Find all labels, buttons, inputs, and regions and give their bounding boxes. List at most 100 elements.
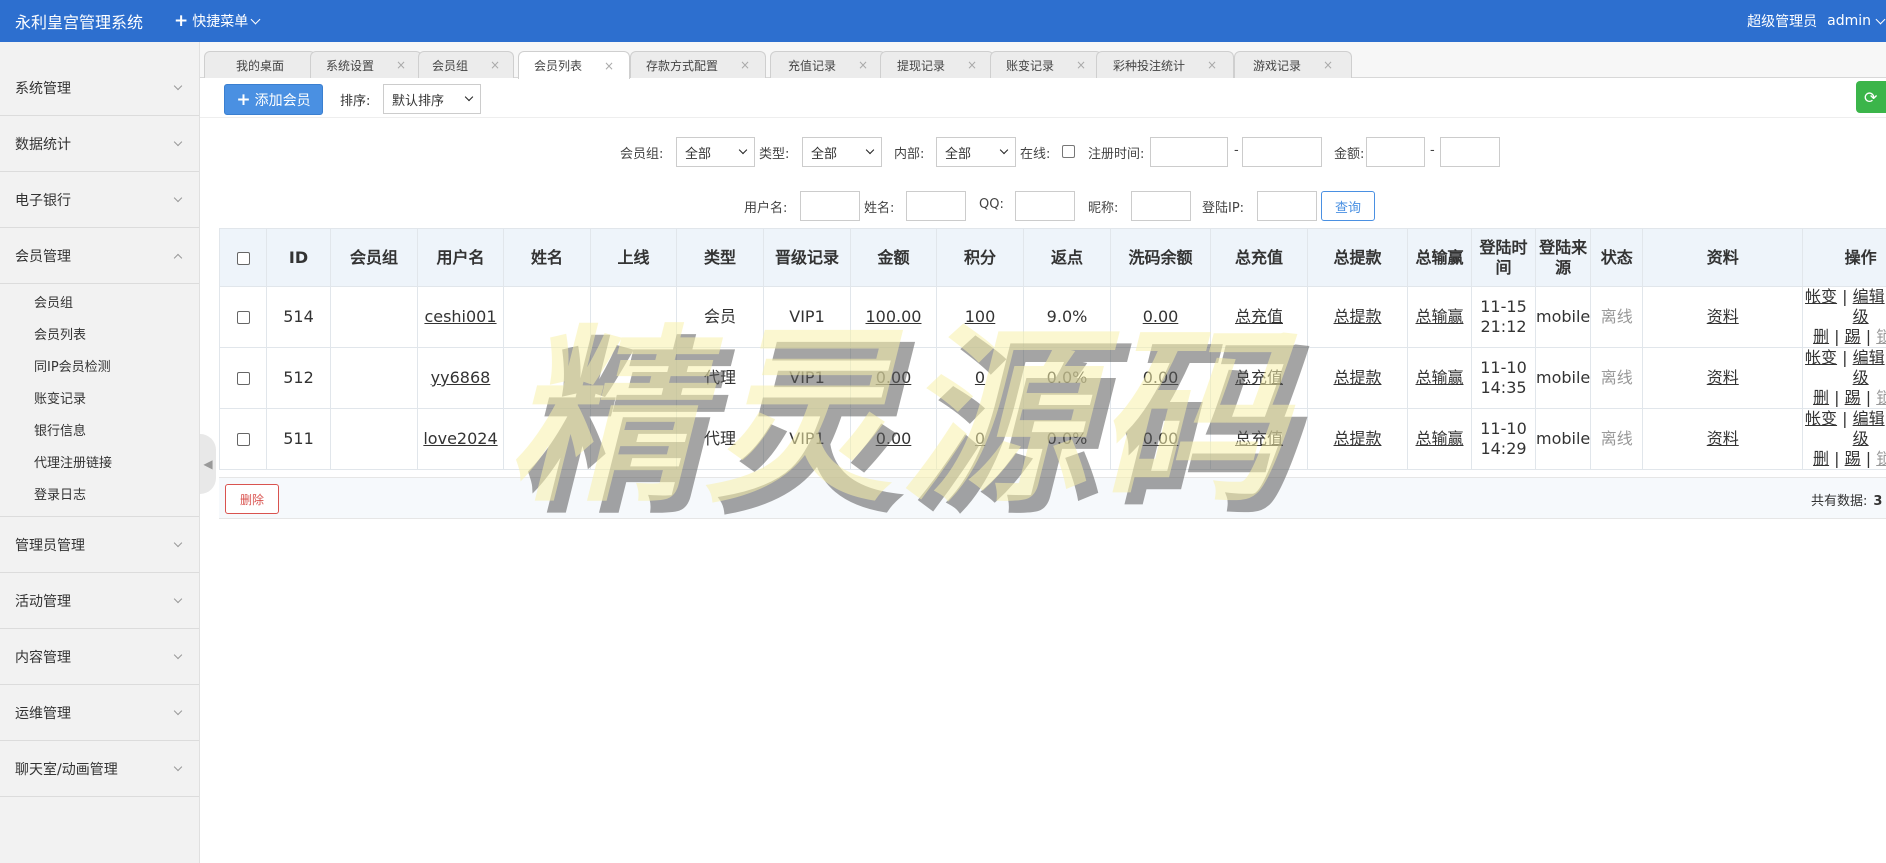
close-icon[interactable]: × xyxy=(604,59,614,73)
amount-link[interactable]: 0.00 xyxy=(876,368,912,387)
qq-input[interactable] xyxy=(1015,191,1075,221)
lock-link[interactable]: 锁定 xyxy=(1876,449,1886,468)
query-button[interactable]: 查询 xyxy=(1321,191,1375,221)
total_winloss-link[interactable]: 总输赢 xyxy=(1415,368,1463,387)
wash-link[interactable]: 0.00 xyxy=(1143,307,1179,326)
close-icon[interactable]: × xyxy=(740,58,750,72)
amount-min-input[interactable] xyxy=(1366,137,1425,167)
kick-link[interactable]: 踢 xyxy=(1845,327,1861,346)
close-icon[interactable]: × xyxy=(396,58,406,72)
sidebar-item[interactable]: 银行信息 xyxy=(0,416,199,448)
row-checkbox[interactable] xyxy=(236,433,250,446)
sidebar-group-6[interactable]: 内容管理 xyxy=(0,629,199,685)
lock-link[interactable]: 锁定 xyxy=(1876,388,1886,407)
add-member-button[interactable]: + 添加会员 xyxy=(224,84,323,115)
sidebar-item[interactable]: 账变记录 xyxy=(0,384,199,416)
row-checkbox[interactable] xyxy=(236,311,250,324)
register-time-start-input[interactable] xyxy=(1150,137,1228,167)
sidebar-item[interactable]: 登录日志 xyxy=(0,480,199,512)
edit-link[interactable]: 编辑 xyxy=(1853,348,1885,367)
profile-link[interactable]: 资料 xyxy=(1707,368,1739,387)
chevron-down-icon xyxy=(464,92,474,102)
total_deposit-link[interactable]: 总充值 xyxy=(1235,429,1283,448)
sidebar-item[interactable]: 代理注册链接 xyxy=(0,448,199,480)
sidebar-group-0[interactable]: 系统管理 xyxy=(0,60,199,116)
online-checkbox[interactable] xyxy=(1062,145,1075,158)
close-icon[interactable]: × xyxy=(490,58,500,72)
close-icon[interactable]: × xyxy=(858,58,868,72)
tab-8[interactable]: 彩种投注统计 × xyxy=(1096,51,1234,78)
tab-6[interactable]: 提现记录 × xyxy=(880,51,994,78)
total_withdraw-link[interactable]: 总提款 xyxy=(1333,368,1381,387)
wash-link[interactable]: 0.00 xyxy=(1143,368,1179,387)
tab-2[interactable]: 会员组 × xyxy=(418,51,514,78)
total_deposit-link[interactable]: 总充值 xyxy=(1235,307,1283,326)
refresh-button[interactable]: ⟳ xyxy=(1856,81,1886,113)
member-group-select[interactable]: 全部 xyxy=(676,137,755,167)
total_winloss-link[interactable]: 总输赢 xyxy=(1415,429,1463,448)
delete-link[interactable]: 删 xyxy=(1813,449,1829,468)
tab-0[interactable]: 我的桌面 xyxy=(204,51,316,78)
type-select[interactable]: 全部 xyxy=(802,137,882,167)
edit-link[interactable]: 编辑 xyxy=(1853,287,1885,306)
username-link[interactable]: love2024 xyxy=(423,429,497,448)
account-change-link[interactable]: 帐变 xyxy=(1805,348,1837,367)
sidebar-group-8[interactable]: 聊天室/动画管理 xyxy=(0,741,199,797)
total_winloss-link[interactable]: 总输赢 xyxy=(1415,307,1463,326)
delete-link[interactable]: 删 xyxy=(1813,388,1829,407)
close-icon[interactable]: × xyxy=(967,58,977,72)
sidebar-group-3[interactable]: 会员管理 xyxy=(0,228,199,284)
user-menu[interactable]: admin xyxy=(1827,13,1886,29)
login-ip-input[interactable] xyxy=(1257,191,1317,221)
name-input[interactable] xyxy=(906,191,966,221)
points-link[interactable]: 0 xyxy=(975,368,985,387)
amount-max-input[interactable] xyxy=(1440,137,1500,167)
username-link[interactable]: yy6868 xyxy=(431,368,491,387)
points-link[interactable]: 0 xyxy=(975,429,985,448)
profile-link[interactable]: 资料 xyxy=(1707,429,1739,448)
sidebar-group-5[interactable]: 活动管理 xyxy=(0,573,199,629)
tab-9[interactable]: 游戏记录 × xyxy=(1234,51,1352,78)
points-link[interactable]: 100 xyxy=(965,307,996,326)
total_withdraw-link[interactable]: 总提款 xyxy=(1333,429,1381,448)
close-icon[interactable]: × xyxy=(1207,58,1217,72)
username-link[interactable]: ceshi001 xyxy=(424,307,496,326)
username-input[interactable] xyxy=(800,191,860,221)
sidebar-group-7[interactable]: 运维管理 xyxy=(0,685,199,741)
sidebar-item[interactable]: 同IP会员检测 xyxy=(0,352,199,384)
select-all-checkbox[interactable] xyxy=(236,251,250,265)
lock-link[interactable]: 锁定 xyxy=(1876,327,1886,346)
amount-link[interactable]: 100.00 xyxy=(866,307,922,326)
tab-4[interactable]: 存款方式配置 × xyxy=(630,51,766,78)
register-time-end-input[interactable] xyxy=(1242,137,1322,167)
tab-5[interactable]: 充值记录 × xyxy=(770,51,886,78)
tab-7[interactable]: 账变记录 × xyxy=(990,51,1102,78)
sidebar-group-2[interactable]: 电子银行 xyxy=(0,172,199,228)
delete-link[interactable]: 删 xyxy=(1813,327,1829,346)
nickname-input[interactable] xyxy=(1131,191,1191,221)
close-icon[interactable]: × xyxy=(1323,58,1333,72)
sidebar-group-4[interactable]: 管理员管理 xyxy=(0,517,199,573)
account-change-link[interactable]: 帐变 xyxy=(1805,287,1837,306)
sidebar-item[interactable]: 会员列表 xyxy=(0,320,199,352)
total_withdraw-link[interactable]: 总提款 xyxy=(1333,307,1381,326)
sort-select[interactable]: 默认排序 xyxy=(383,84,481,114)
kick-link[interactable]: 踢 xyxy=(1845,388,1861,407)
quick-menu-button[interactable]: + 快捷菜单 xyxy=(174,11,261,31)
sidebar-collapse-handle[interactable]: ◀ xyxy=(200,434,216,494)
edit-link[interactable]: 编辑 xyxy=(1853,409,1885,428)
close-icon[interactable]: × xyxy=(1076,58,1086,72)
internal-select[interactable]: 全部 xyxy=(936,137,1016,167)
tab-3[interactable]: 会员列表 × xyxy=(518,51,630,79)
row-checkbox[interactable] xyxy=(236,372,250,385)
delete-button[interactable]: 删除 xyxy=(225,484,279,514)
profile-link[interactable]: 资料 xyxy=(1707,307,1739,326)
sidebar-group-1[interactable]: 数据统计 xyxy=(0,116,199,172)
kick-link[interactable]: 踢 xyxy=(1845,449,1861,468)
tab-1[interactable]: 系统设置 × xyxy=(310,51,422,78)
sidebar-item[interactable]: 会员组 xyxy=(0,288,199,320)
account-change-link[interactable]: 帐变 xyxy=(1805,409,1837,428)
wash-link[interactable]: 0.00 xyxy=(1143,429,1179,448)
amount-link[interactable]: 0.00 xyxy=(876,429,912,448)
total_deposit-link[interactable]: 总充值 xyxy=(1235,368,1283,387)
